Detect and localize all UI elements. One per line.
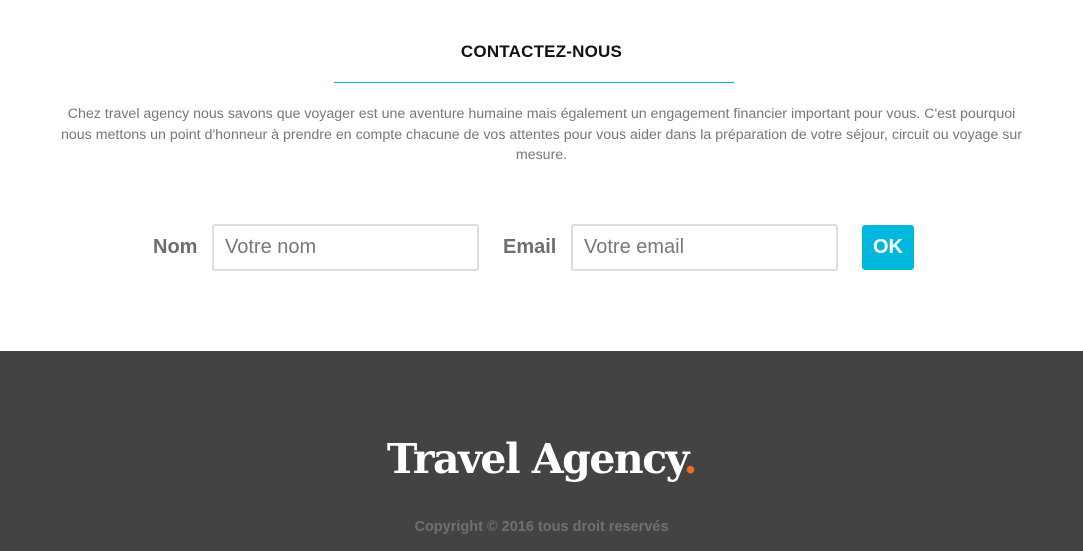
name-label: Nom: [153, 236, 198, 258]
contact-intro-text: Chez travel agency nous savons que voyag…: [61, 106, 1022, 163]
contact-section: CONTACTEZ-NOUS Chez travel agency nous s…: [0, 0, 1083, 351]
footer-logo: Travel Agency.: [0, 435, 1083, 483]
contact-form: Nom Email OK: [0, 224, 1083, 271]
logo-dot: .: [683, 435, 697, 483]
title-divider: [334, 82, 734, 83]
name-input[interactable]: [212, 224, 479, 271]
logo-text: Travel Agency: [386, 435, 685, 483]
ok-button[interactable]: OK: [862, 225, 914, 270]
email-input[interactable]: [571, 224, 838, 271]
footer: Travel Agency. Copyright © 2016 tous dro…: [0, 351, 1083, 551]
contact-title: CONTACTEZ-NOUS: [460, 42, 623, 61]
copyright-text: Copyright © 2016 tous droit reservés: [414, 519, 669, 535]
email-label: Email: [503, 236, 557, 258]
